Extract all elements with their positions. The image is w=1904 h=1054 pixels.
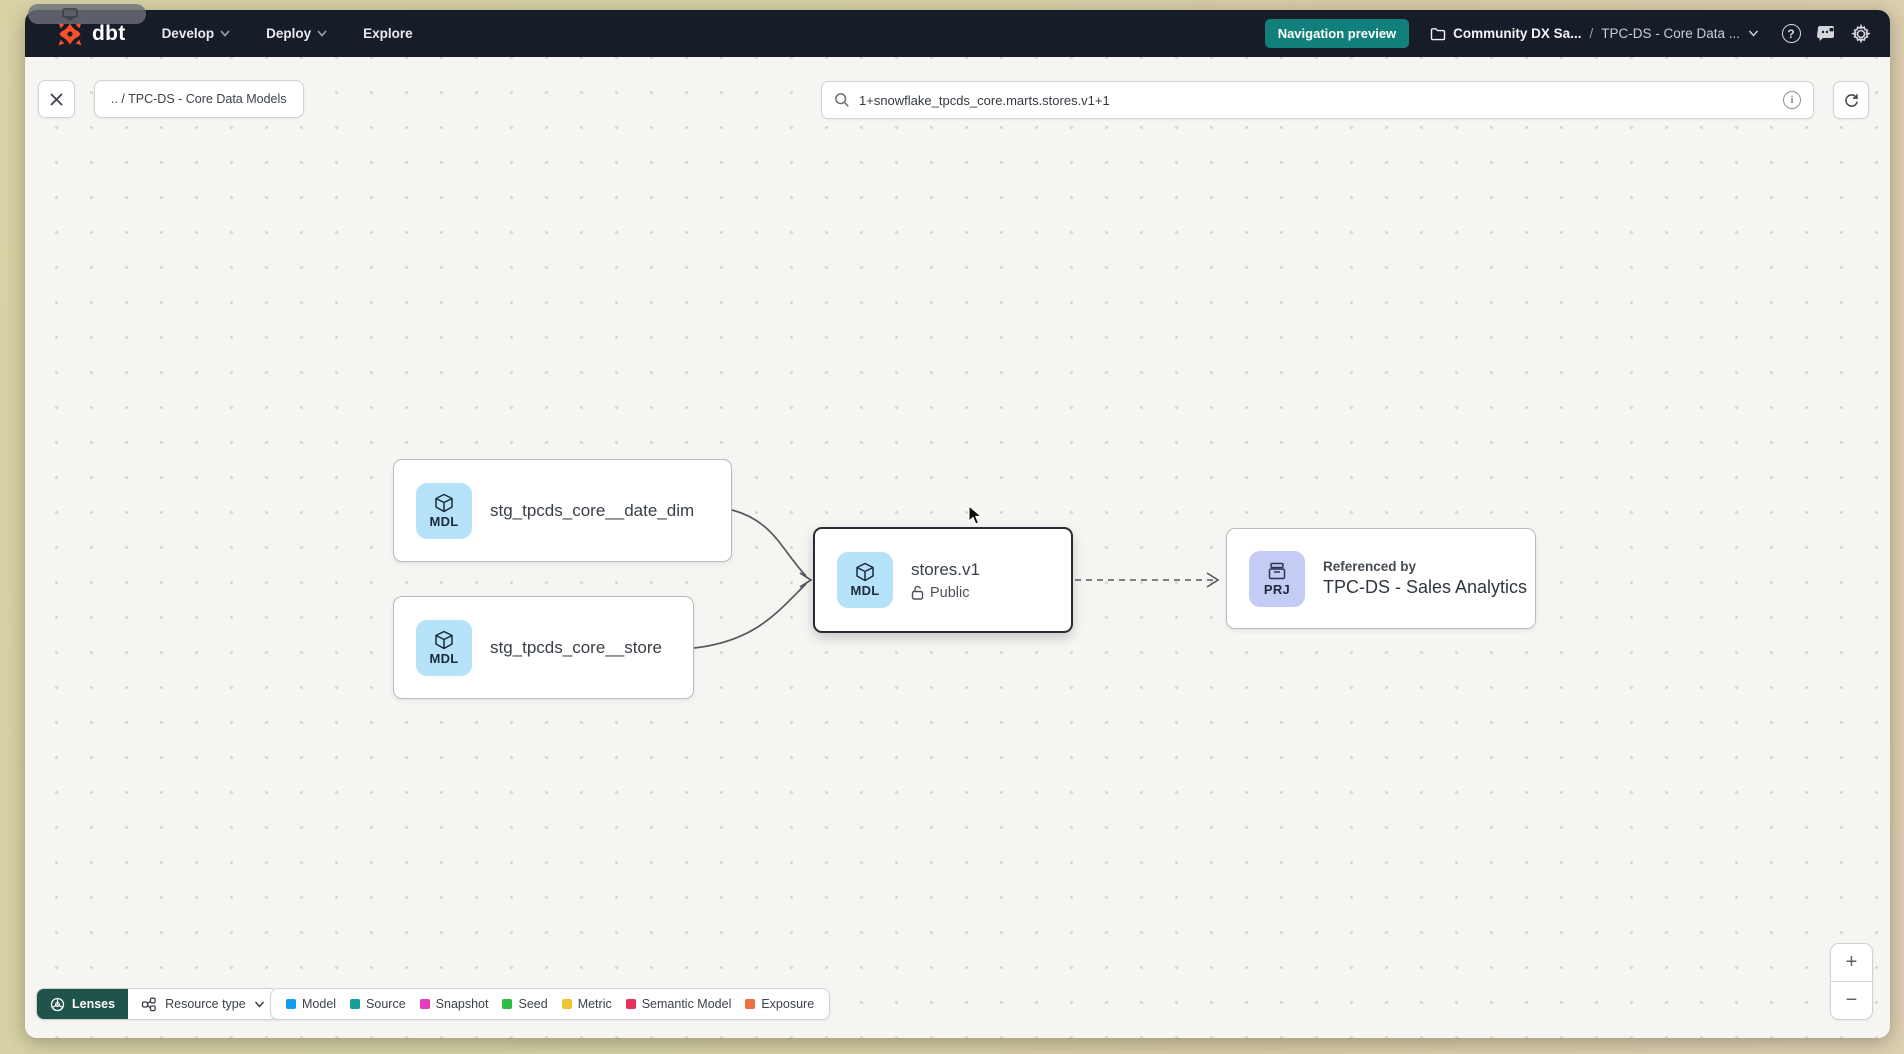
legend-item-model: Model xyxy=(286,997,336,1011)
refresh-icon xyxy=(1843,92,1860,109)
legend-label: Source xyxy=(366,997,406,1011)
brand-wordmark: dbt xyxy=(92,22,126,46)
breadcrumb-project[interactable]: Community DX Sa... xyxy=(1430,26,1581,41)
lineage-canvas[interactable]: .. / TPC-DS - Core Data Models i MDL stg… xyxy=(25,57,1890,1038)
access-label: Public xyxy=(930,585,970,601)
app-window: dbt Develop Deploy Explore Navigation pr… xyxy=(25,10,1890,1038)
legend-label: Semantic Model xyxy=(642,997,732,1011)
zoom-controls: + − xyxy=(1830,943,1873,1020)
help-button[interactable]: ? xyxy=(1780,23,1802,45)
legend-swatch xyxy=(745,999,755,1009)
cube-icon xyxy=(433,493,455,513)
node-title: stores.v1 xyxy=(911,560,980,580)
legend-item-exposure: Exposure xyxy=(745,997,814,1011)
search-input[interactable] xyxy=(859,93,1774,108)
legend-label: Seed xyxy=(518,997,547,1011)
model-badge: MDL xyxy=(837,552,893,608)
legend-label: Metric xyxy=(578,997,612,1011)
help-icon: ? xyxy=(1782,24,1801,43)
resource-type-icon xyxy=(141,997,157,1012)
nav-menu-explore-label: Explore xyxy=(363,26,413,41)
legend-label: Model xyxy=(302,997,336,1011)
legend-swatch xyxy=(626,999,636,1009)
legend-swatch xyxy=(350,999,360,1009)
lineage-search[interactable]: i xyxy=(821,81,1814,119)
chevron-down-icon xyxy=(254,1001,265,1008)
gear-icon xyxy=(1851,24,1871,44)
folder-icon xyxy=(1430,27,1446,41)
node-stg-tpcds-core-date-dim[interactable]: MDL stg_tpcds_core__date_dim xyxy=(393,459,732,562)
resource-type-label: Resource type xyxy=(165,997,246,1011)
legend-item-seed: Seed xyxy=(502,997,547,1011)
chevron-down-icon[interactable] xyxy=(1748,30,1759,37)
model-badge: MDL xyxy=(416,620,472,676)
node-stores-v1[interactable]: MDL stores.v1 Public xyxy=(813,527,1073,633)
node-access-level: Public xyxy=(911,585,980,601)
lenses-control-group: Lenses Resource type xyxy=(36,988,279,1020)
screen-indicator-pill xyxy=(28,4,146,24)
lenses-button[interactable]: Lenses xyxy=(37,989,128,1019)
chevron-down-icon xyxy=(317,30,327,37)
nav-menu-develop[interactable]: Develop xyxy=(162,26,231,41)
dbt-logo[interactable]: dbt xyxy=(55,21,126,47)
close-icon xyxy=(49,92,64,107)
legend-swatch xyxy=(286,999,296,1009)
badge-label: PRJ xyxy=(1264,582,1290,597)
top-navbar: dbt Develop Deploy Explore Navigation pr… xyxy=(25,10,1890,57)
node-title: TPC-DS - Sales Analytics xyxy=(1323,577,1527,598)
badge-label: MDL xyxy=(429,651,458,666)
model-badge: MDL xyxy=(416,483,472,539)
settings-button[interactable] xyxy=(1850,23,1872,45)
archive-icon xyxy=(1266,561,1288,581)
refresh-lineage-button[interactable] xyxy=(1833,81,1869,119)
legend-swatch xyxy=(562,999,572,1009)
feedback-button[interactable] xyxy=(1815,23,1837,45)
legend-label: Exposure xyxy=(761,997,814,1011)
badge-label: MDL xyxy=(850,583,879,598)
info-icon[interactable]: i xyxy=(1783,91,1801,109)
search-icon xyxy=(834,92,850,108)
zoom-in-button[interactable]: + xyxy=(1831,944,1872,982)
resource-legend: Model Source Snapshot Seed Metric Semant… xyxy=(270,988,830,1020)
legend-item-source: Source xyxy=(350,997,406,1011)
node-title: stg_tpcds_core__date_dim xyxy=(490,501,694,521)
close-lineage-button[interactable] xyxy=(38,80,75,118)
dbt-logo-icon xyxy=(55,21,85,47)
legend-swatch xyxy=(502,999,512,1009)
lenses-label: Lenses xyxy=(72,997,115,1011)
referenced-by-label: Referenced by xyxy=(1323,559,1527,574)
badge-label: MDL xyxy=(429,514,458,529)
zoom-out-button[interactable]: − xyxy=(1831,982,1872,1019)
chat-bubble-icon xyxy=(1816,25,1836,43)
lineage-path-chip[interactable]: .. / TPC-DS - Core Data Models xyxy=(94,80,304,118)
cube-icon xyxy=(854,562,876,582)
project-badge: PRJ xyxy=(1249,551,1305,607)
chevron-down-icon xyxy=(220,30,230,37)
nav-menu-explore[interactable]: Explore xyxy=(363,26,413,41)
cube-icon xyxy=(433,630,455,650)
display-icon xyxy=(62,8,78,20)
legend-item-snapshot: Snapshot xyxy=(420,997,489,1011)
unlock-icon xyxy=(911,585,924,600)
nav-menu-deploy[interactable]: Deploy xyxy=(266,26,327,41)
breadcrumb-section[interactable]: TPC-DS - Core Data ... xyxy=(1601,26,1740,41)
navigation-preview-badge[interactable]: Navigation preview xyxy=(1265,19,1409,48)
legend-item-metric: Metric xyxy=(562,997,612,1011)
nav-menu-deploy-label: Deploy xyxy=(266,26,311,41)
breadcrumb: Community DX Sa... / TPC-DS - Core Data … xyxy=(1430,26,1759,41)
node-referenced-by-project[interactable]: PRJ Referenced by TPC-DS - Sales Analyti… xyxy=(1226,528,1536,629)
mouse-cursor xyxy=(968,505,984,527)
legend-swatch xyxy=(420,999,430,1009)
legend-item-semantic-model: Semantic Model xyxy=(626,997,732,1011)
legend-label: Snapshot xyxy=(436,997,489,1011)
resource-type-dropdown[interactable]: Resource type xyxy=(128,989,278,1019)
node-title: stg_tpcds_core__store xyxy=(490,638,662,658)
nav-menu-develop-label: Develop xyxy=(162,26,215,41)
node-stg-tpcds-core-store[interactable]: MDL stg_tpcds_core__store xyxy=(393,596,694,699)
breadcrumb-project-label: Community DX Sa... xyxy=(1453,26,1581,41)
lens-aperture-icon xyxy=(50,997,65,1012)
breadcrumb-separator: / xyxy=(1589,26,1593,41)
